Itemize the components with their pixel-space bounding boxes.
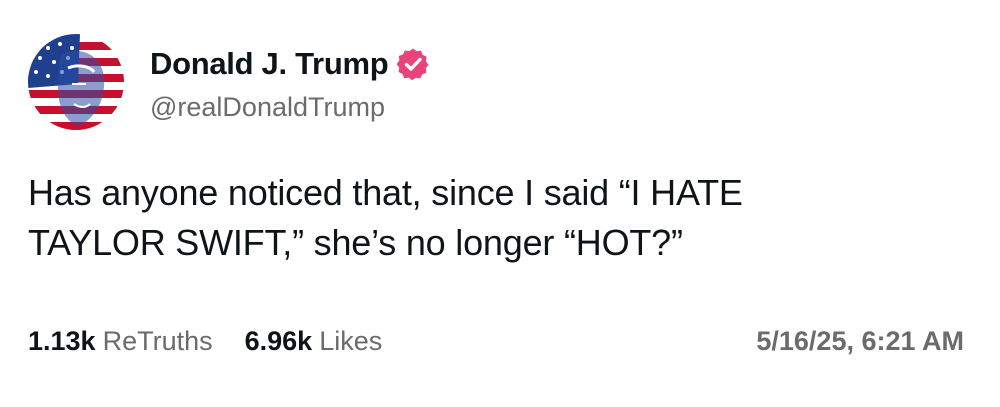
retruths-stat[interactable]: 1.13k ReTruths (28, 326, 213, 357)
verified-badge-icon (396, 47, 430, 81)
post-timestamp[interactable]: 5/16/25, 6:21 AM (756, 326, 964, 357)
likes-label: Likes (319, 326, 383, 356)
post-card: Donald J. Trump @realDonaldTrump Has any… (0, 0, 1000, 407)
author-display-name[interactable]: Donald J. Trump (150, 46, 389, 82)
avatar[interactable] (28, 34, 124, 130)
author-handle[interactable]: @realDonaldTrump (150, 92, 430, 123)
author-names: Donald J. Trump @realDonaldTrump (150, 42, 430, 123)
post-text-line: Has anyone noticed that, since I said “I… (28, 172, 743, 213)
likes-stat[interactable]: 6.96k Likes (245, 326, 383, 357)
retruths-label: ReTruths (102, 326, 213, 356)
post-header: Donald J. Trump @realDonaldTrump (28, 34, 430, 130)
likes-count: 6.96k (244, 326, 313, 356)
name-row: Donald J. Trump (150, 42, 430, 86)
post-text-line: TAYLOR SWIFT,” she’s no longer “HOT?” (28, 222, 683, 263)
avatar-flag-portrait-image (28, 34, 124, 130)
post-text: Has anyone noticed that, since I said “I… (28, 168, 958, 268)
retruths-count: 1.13k (28, 326, 96, 356)
post-stats: 1.13k ReTruths 6.96k Likes (28, 326, 414, 357)
